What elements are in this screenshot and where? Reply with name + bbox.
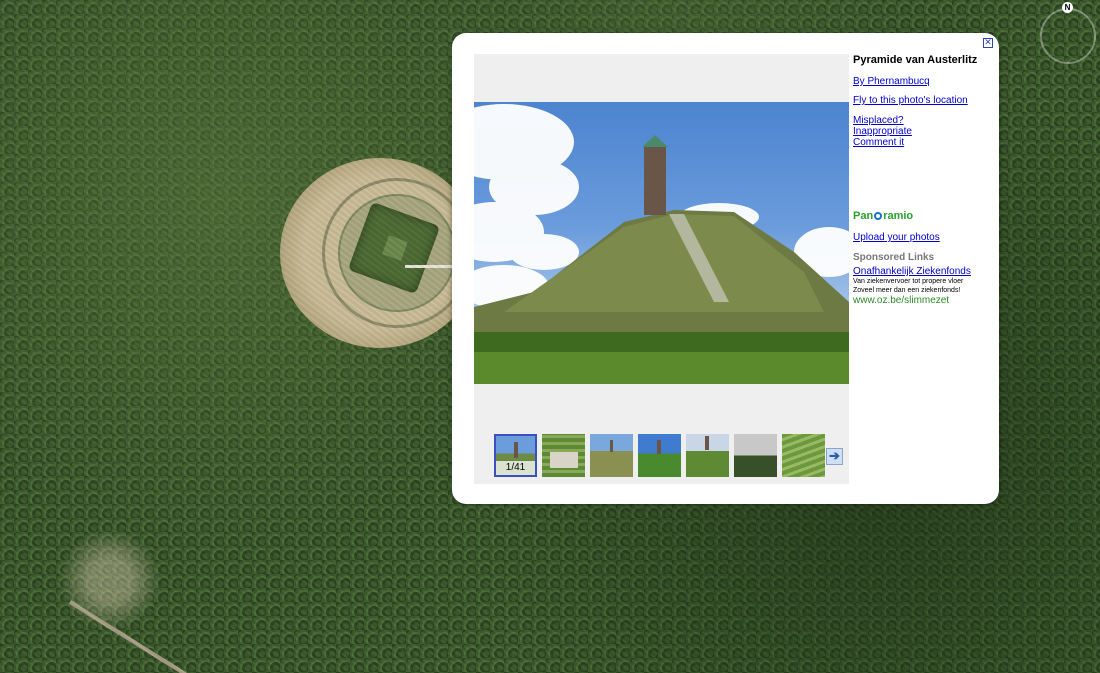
road	[68, 600, 199, 673]
comment-link[interactable]: Comment it	[853, 137, 993, 148]
thumbnail-2[interactable]	[542, 434, 585, 477]
sponsored-header: Sponsored Links	[853, 252, 935, 263]
compass-north-icon[interactable]: N	[1062, 2, 1073, 13]
sponsored-links: Sponsored Links Onafhankelijk Ziekenfond…	[853, 252, 993, 306]
thumbnail-6[interactable]	[734, 434, 777, 477]
fly-to-location-link[interactable]: Fly to this photo's location	[853, 95, 993, 106]
pyramid-mound	[347, 201, 441, 295]
thumbnail-7[interactable]	[782, 434, 825, 477]
next-arrow-icon[interactable]: ➔	[826, 448, 843, 465]
thumbnail-4[interactable]	[638, 434, 681, 477]
inappropriate-link[interactable]: Inappropriate	[853, 126, 993, 137]
logo-left-text: Pan	[853, 210, 874, 222]
author-link[interactable]: By Phernambucq	[853, 76, 993, 87]
info-sidebar: Pyramide van Austerlitz By Phernambucq F…	[853, 54, 993, 148]
ad-text-line-2: Zoveel meer dan een ziekenfonds!	[853, 287, 961, 294]
thumbnail-counter: 1/41	[496, 461, 535, 475]
obelisk-top	[382, 235, 408, 261]
photo-pane: 1/41 ➔	[474, 54, 849, 484]
ad-title-link[interactable]: Onafhankelijk Ziekenfonds	[853, 266, 993, 277]
village-area	[50, 520, 170, 640]
main-photo[interactable]	[474, 102, 849, 384]
ad-text-line-1: Van ziekenvervoer tot propere vloer	[853, 278, 964, 285]
thumbnail-5[interactable]	[686, 434, 729, 477]
photo-balloon: ✕ 1/41 ➔ Pyramide van Austerlitz By Pher…	[452, 33, 999, 504]
close-icon[interactable]: ✕	[983, 38, 993, 48]
compass-ring[interactable]	[1040, 8, 1096, 64]
thumbnail-1[interactable]: 1/41	[494, 434, 537, 477]
photo-title: Pyramide van Austerlitz	[853, 54, 978, 66]
pyramid-clearing	[280, 158, 480, 348]
panoramio-logo[interactable]: Pan ramio	[853, 210, 913, 222]
ad-url[interactable]: www.oz.be/slimmezet	[853, 295, 993, 306]
thumbnail-3[interactable]	[590, 434, 633, 477]
balloon-pointer-line	[405, 265, 453, 268]
logo-globe-icon	[874, 212, 883, 221]
inner-ring	[338, 194, 456, 312]
upload-photos-link[interactable]: Upload your photos	[853, 232, 940, 243]
logo-right-text: ramio	[883, 210, 914, 222]
outer-ring	[322, 178, 472, 328]
misplaced-link[interactable]: Misplaced?	[853, 115, 993, 126]
